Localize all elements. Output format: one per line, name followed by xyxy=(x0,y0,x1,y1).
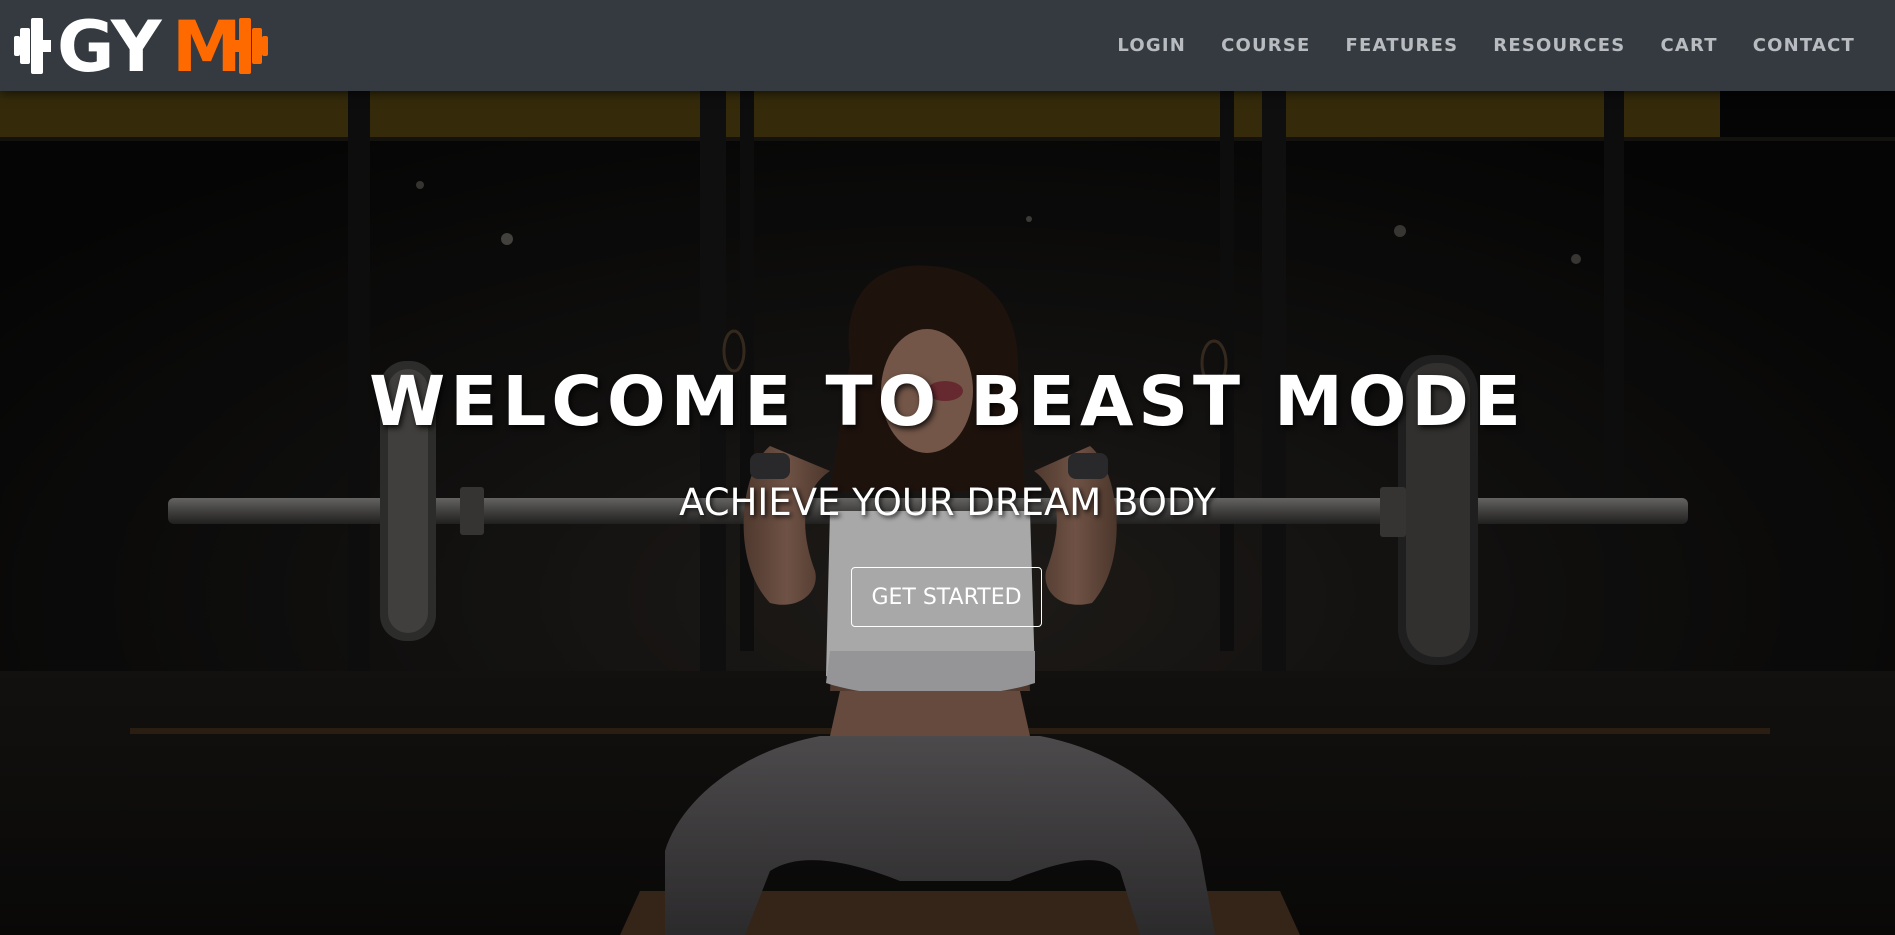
get-started-button[interactable]: GET STARTED xyxy=(851,567,1042,627)
nav-link-course[interactable]: COURSE xyxy=(1221,35,1310,56)
nav-link-cart[interactable]: CART xyxy=(1660,35,1717,56)
nav-item-cart: CART xyxy=(1660,35,1717,56)
nav-item-contact: CONTACT xyxy=(1753,35,1855,56)
hero-title: WELCOME TO BEAST MODE xyxy=(369,362,1526,442)
nav-item-course: COURSE xyxy=(1221,35,1310,56)
navbar: GY M LOGIN COURSE FEATURES RESOURCES CAR… xyxy=(0,0,1895,91)
hero-subtitle: ACHIEVE YOUR DREAM BODY xyxy=(679,481,1216,524)
dumbbell-icon: GY M xyxy=(14,6,268,88)
logo-text-gy: GY xyxy=(57,14,163,76)
nav-link-features[interactable]: FEATURES xyxy=(1346,35,1459,56)
gym-logo[interactable]: GY M xyxy=(14,6,284,88)
nav-link-resources[interactable]: RESOURCES xyxy=(1493,35,1625,56)
hero-content: WELCOME TO BEAST MODE ACHIEVE YOUR DREAM… xyxy=(0,91,1895,935)
logo-text-m: M xyxy=(172,14,240,76)
page: GY M LOGIN COURSE FEATURES RESOURCES CAR… xyxy=(0,0,1895,935)
nav-link-login[interactable]: LOGIN xyxy=(1117,35,1186,56)
hero-section: WELCOME TO BEAST MODE ACHIEVE YOUR DREAM… xyxy=(0,91,1895,935)
nav-item-login: LOGIN xyxy=(1117,35,1186,56)
nav-item-resources: RESOURCES xyxy=(1493,35,1625,56)
nav-link-contact[interactable]: CONTACT xyxy=(1753,35,1855,56)
nav-item-features: FEATURES xyxy=(1346,35,1459,56)
nav-menu: LOGIN COURSE FEATURES RESOURCES CART CON… xyxy=(1082,0,1855,91)
